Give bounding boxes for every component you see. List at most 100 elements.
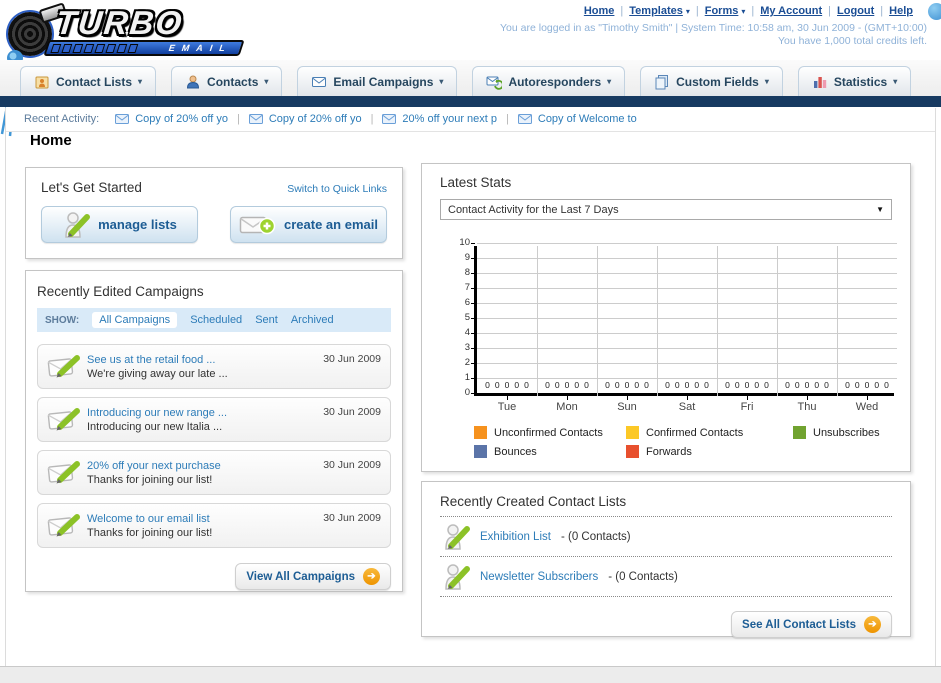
tab-label: Autoresponders — [508, 74, 602, 89]
campaign-title-link[interactable]: Welcome to our email list — [87, 512, 323, 526]
person-pencil-icon — [442, 522, 470, 551]
campaign-envelope-icon — [47, 511, 87, 541]
chart-x-label: Wed — [855, 401, 879, 413]
chart-x-tick — [687, 396, 688, 400]
recent-activity-item[interactable]: 20% off your next p — [382, 113, 497, 125]
show-label: SHOW: — [45, 314, 80, 326]
statistics-icon — [812, 74, 828, 90]
filter-archived[interactable]: Archived — [291, 314, 334, 326]
chevron-down-icon: ▾ — [685, 7, 690, 16]
campaign-list-item[interactable]: 20% off your next purchase Thanks for joi… — [37, 450, 391, 495]
campaign-envelope-icon — [47, 458, 81, 485]
campaign-date: 30 Jun 2009 — [323, 406, 381, 418]
filter-scheduled[interactable]: Scheduled — [190, 314, 242, 326]
chart-gridline — [657, 246, 658, 396]
content-left-edge — [5, 108, 6, 666]
recent-activity-link[interactable]: Copy of Welcome to — [538, 113, 637, 125]
logo-subtitle: EMAIL — [167, 43, 234, 53]
filter-sent[interactable]: Sent — [255, 314, 278, 326]
recent-activity-item[interactable]: Copy of Welcome to — [517, 113, 637, 125]
logo-stripe — [94, 43, 106, 53]
filter-all-campaigns[interactable]: All Campaigns — [92, 312, 178, 328]
chart-y-tick — [471, 287, 475, 289]
campaign-list-item[interactable]: Introducing our new range ... Introducing… — [37, 397, 391, 442]
campaign-list-item[interactable]: See us at the retail food ... We're givin… — [37, 344, 391, 389]
tab-statistics[interactable]: Statistics ▾ — [797, 66, 912, 96]
nav-link-home[interactable]: Home — [584, 5, 615, 17]
campaign-text: 20% off your next purchase Thanks for joi… — [87, 459, 323, 487]
campaign-title-link[interactable]: 20% off your next purchase — [87, 459, 323, 473]
contact-list-name-link[interactable]: Newsletter Subscribers — [480, 571, 598, 583]
login-status: You are logged in as "Timothy Smith" | S… — [500, 22, 927, 34]
recent-activity-link[interactable]: Copy of 20% off yo — [269, 113, 362, 125]
nav-separator: | — [695, 5, 699, 17]
recent-activity-label: Recent Activity: — [24, 113, 100, 125]
legend-row: Bounces Forwards — [474, 445, 892, 458]
chart-x-tick — [867, 396, 868, 400]
tab-autoresponders[interactable]: Autoresponders ▾ — [472, 66, 626, 96]
recent-activity-item[interactable]: Copy of 20% off yo — [115, 113, 228, 125]
stats-period-select[interactable]: Contact Activity for the Last 7 Days ▼ — [440, 199, 892, 220]
logo-stripe — [105, 43, 117, 53]
activity-envelope-icon — [115, 114, 130, 124]
chart-legend: Unconfirmed Contacts Confirmed Contacts Un… — [474, 426, 892, 458]
chart-y-label: 3 — [464, 342, 470, 353]
manage-lists-button[interactable]: manage lists — [41, 206, 198, 243]
contact-list-item[interactable]: Exhibition List - (0 Contacts) — [440, 517, 892, 557]
chart-y-tick — [471, 392, 475, 394]
legend-swatch-icon — [626, 426, 639, 439]
campaign-subtitle: Thanks for joining our list! — [87, 526, 213, 539]
legend-label: Bounces — [494, 445, 537, 458]
chart-value-labels: 00000 — [605, 380, 649, 390]
content-right-edge — [935, 108, 936, 666]
get-started-buttons: manage lists create an email — [41, 206, 387, 243]
logo-title: TURBO — [54, 4, 186, 41]
recent-activity-bar: Recent Activity: Copy of 20% off yo | Copy… — [6, 107, 935, 132]
chevron-down-icon: ▾ — [893, 77, 898, 86]
tab-contacts[interactable]: Contacts ▾ — [171, 66, 283, 96]
tab-custom-fields[interactable]: Custom Fields ▾ — [640, 66, 783, 96]
logo-email-bar: EMAIL — [43, 40, 245, 56]
chevron-down-icon: ▾ — [439, 77, 444, 86]
recent-activity-link[interactable]: Copy of 20% off yo — [135, 113, 228, 125]
create-an-email-button[interactable]: create an email — [230, 206, 387, 243]
chart-y-tick — [471, 332, 475, 334]
campaign-date: 30 Jun 2009 — [323, 459, 381, 471]
contact-list-item[interactable]: Newsletter Subscribers - (0 Contacts) — [440, 557, 892, 597]
contact-list-name-link[interactable]: Exhibition List — [480, 531, 551, 543]
switch-quick-links-link[interactable]: Switch to Quick Links — [287, 183, 387, 195]
tab-email-campaigns[interactable]: Email Campaigns ▾ — [297, 66, 458, 96]
chart-y-label: 0 — [464, 387, 470, 398]
view-all-campaigns-button[interactable]: View All Campaigns ➔ — [235, 563, 391, 590]
campaign-list-item[interactable]: Welcome to our email list Thanks for join… — [37, 503, 391, 548]
chart-y-tick — [471, 317, 475, 319]
recent-activity-item[interactable]: Copy of 20% off yo — [248, 113, 362, 125]
activity-separator: | — [370, 113, 374, 125]
contacts-icon — [185, 74, 201, 90]
header: TURBO EMAIL Home | Templates ▾ | Forms ▾ | My Ac… — [0, 0, 941, 137]
campaign-title-link[interactable]: Introducing our new range ... — [87, 406, 323, 420]
nav-link-logout[interactable]: Logout — [837, 5, 874, 17]
nav-link-templates[interactable]: Templates — [629, 5, 683, 17]
chart-value-labels: 00000 — [485, 380, 529, 390]
chart-gridline — [477, 257, 897, 259]
see-all-contact-lists-button[interactable]: See All Contact Lists ➔ — [731, 611, 892, 638]
tab-contact-lists[interactable]: Contact Lists ▾ — [20, 66, 157, 96]
nav-link-help[interactable]: Help — [889, 5, 913, 17]
tab-label: Contact Lists — [56, 74, 133, 89]
nav-link-my-account[interactable]: My Account — [760, 5, 822, 17]
logo-stripe — [127, 43, 139, 53]
activity-envelope-icon — [248, 114, 263, 124]
legend-item: Unsubscribes — [793, 426, 880, 439]
chart-y-label: 10 — [459, 237, 470, 248]
main-tabbar: Contact Lists ▾ Contacts ▾ Email Campaigns ▾ A… — [0, 60, 941, 96]
nav-link-forms[interactable]: Forms — [705, 5, 739, 17]
legend-item: Unconfirmed Contacts — [474, 426, 626, 439]
chart-gridline — [777, 246, 778, 396]
contact-lists-panel: Recently Created Contact Lists Exhibitio… — [421, 481, 911, 638]
chart-y-label: 9 — [464, 252, 470, 263]
campaign-title-link[interactable]: See us at the retail food ... — [87, 353, 323, 367]
campaign-date: 30 Jun 2009 — [323, 353, 381, 365]
recent-activity-link[interactable]: 20% off your next p — [402, 113, 497, 125]
see-all-contact-lists-label: See All Contact Lists — [742, 618, 856, 631]
